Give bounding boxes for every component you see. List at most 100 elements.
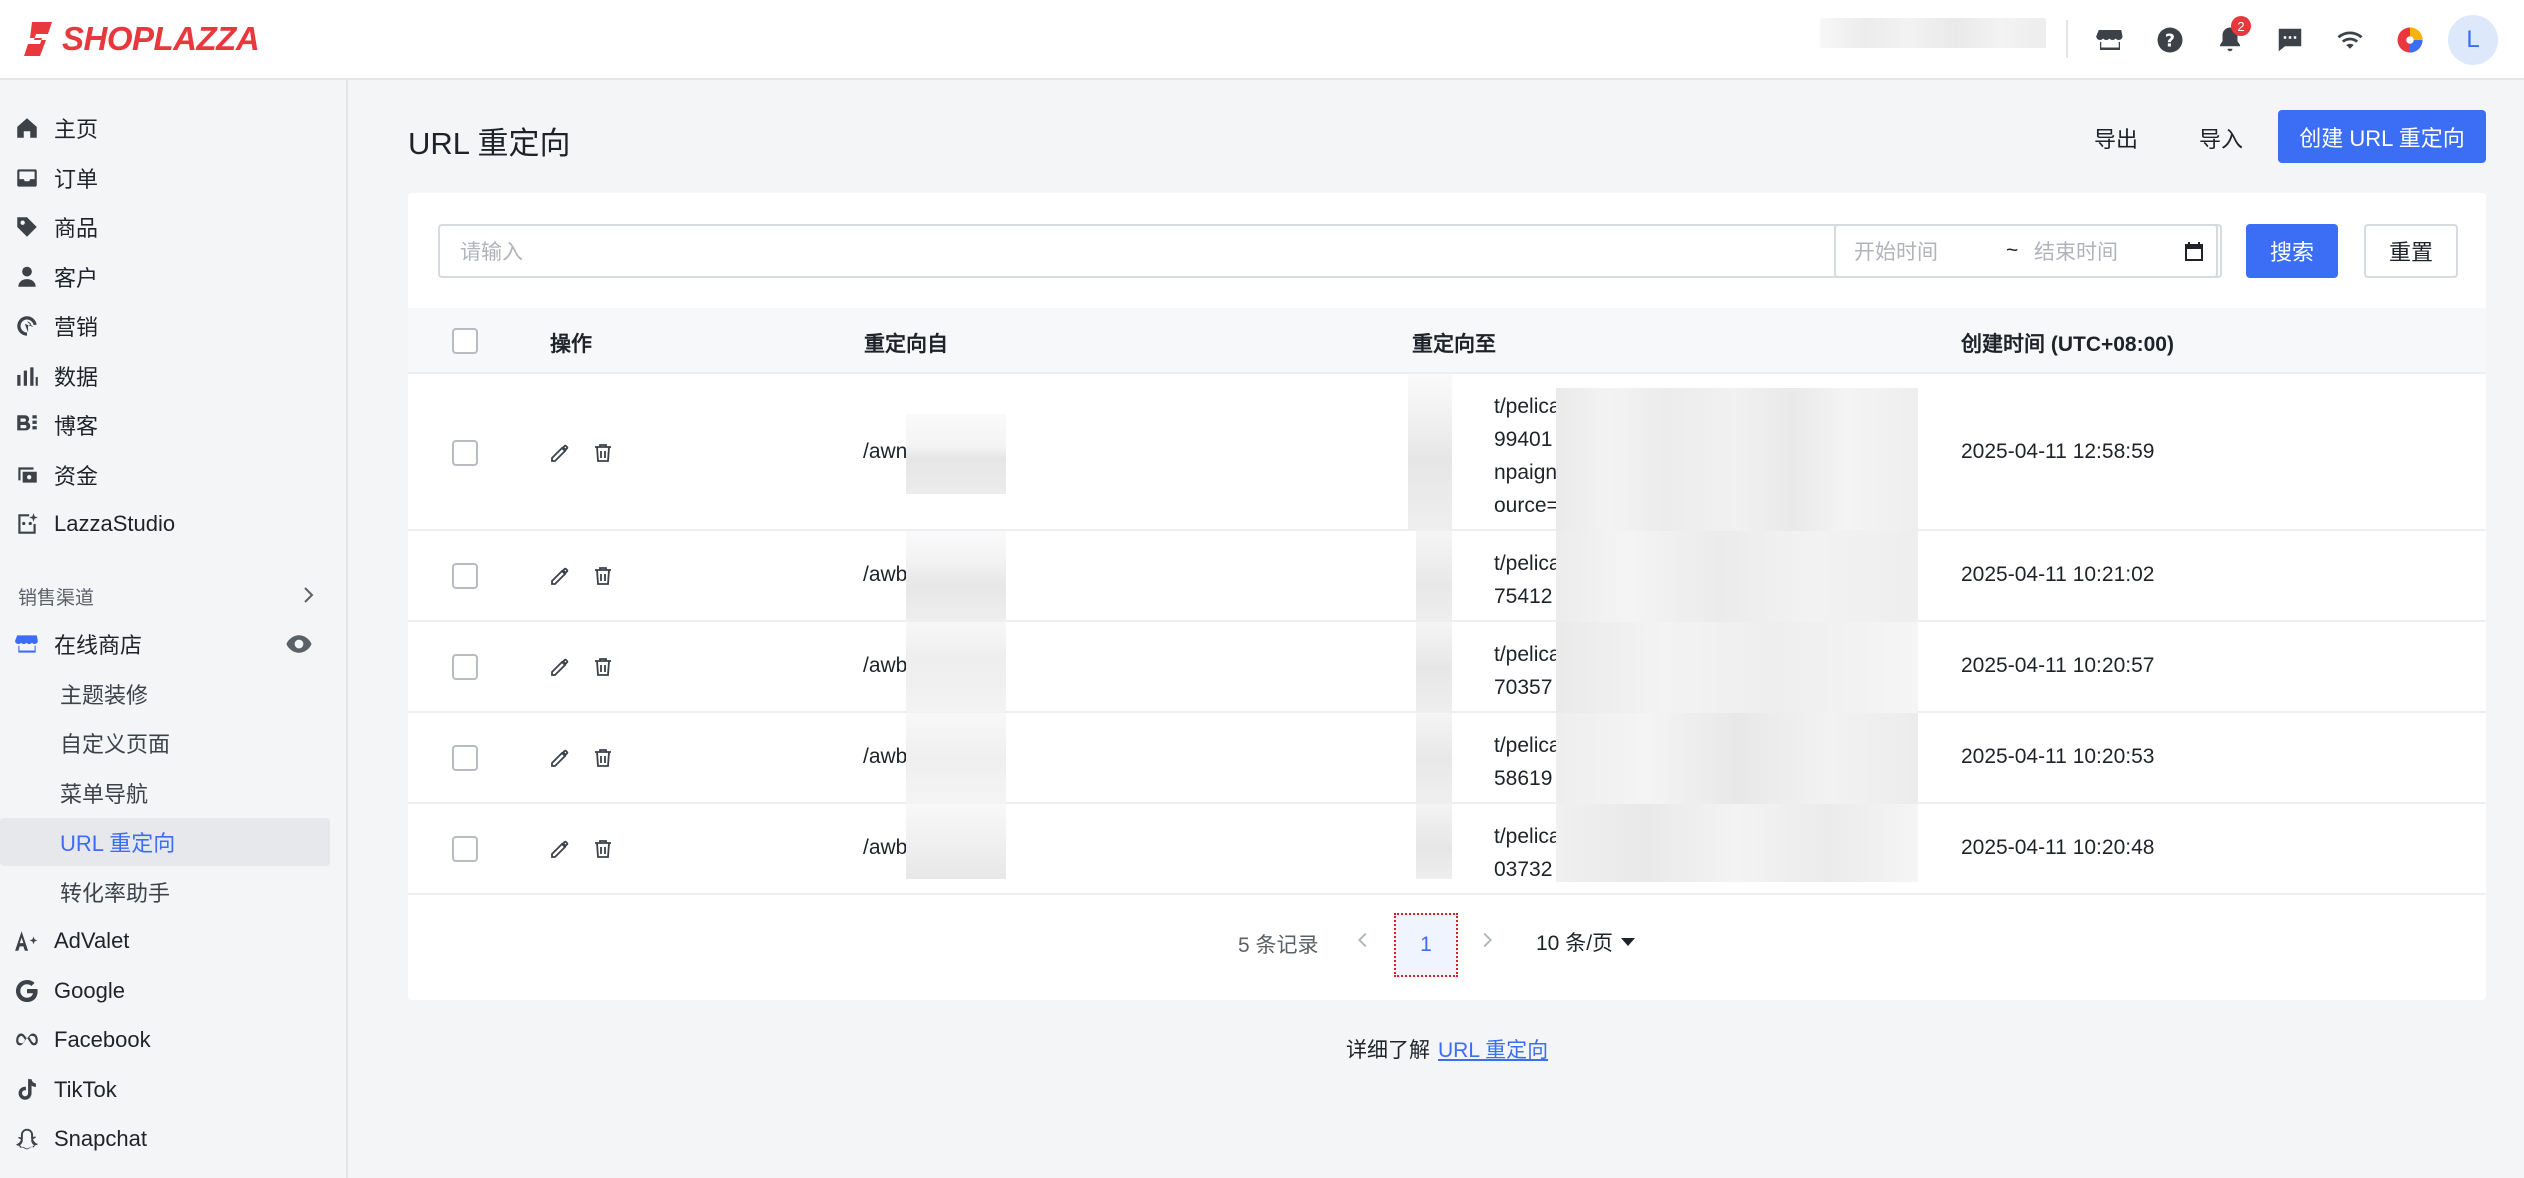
- redacted-block: [1416, 804, 1452, 879]
- sidebar-item-home[interactable]: 主页: [0, 104, 330, 152]
- sidebar-item-marketing[interactable]: 营销: [0, 302, 330, 350]
- sidebar-item-online-store[interactable]: 在线商店: [0, 620, 330, 668]
- redacted-block: [1416, 531, 1452, 622]
- bar-chart-icon: [14, 363, 40, 389]
- table-row[interactable]: /awn t/pelica 99401 npaign ource= 2025-0…: [408, 374, 2486, 531]
- delete-icon[interactable]: [591, 441, 615, 465]
- row-checkbox[interactable]: [452, 654, 478, 680]
- sidebar-item-snapchat[interactable]: Snapchat: [0, 1115, 330, 1163]
- avatar[interactable]: L: [2448, 15, 2498, 65]
- sidebar-item-label: 资金: [54, 464, 99, 489]
- redacted-block: [1556, 804, 1918, 882]
- delete-icon[interactable]: [591, 655, 615, 679]
- table-row[interactable]: /awb t/pelica 03732 2025-04-11 10:20:48: [408, 804, 2486, 895]
- table-row[interactable]: /awb t/pelica 70357 2025-04-11 10:20:57: [408, 622, 2486, 713]
- import-button[interactable]: 导入: [2186, 112, 2256, 164]
- created-time: 2025-04-11 10:20:48: [1961, 836, 2155, 859]
- shoplazza-logo[interactable]: SHOPLAZZA: [22, 20, 260, 58]
- sidebar-item-orders[interactable]: 订单: [0, 154, 330, 202]
- tiktok-icon: [14, 1077, 40, 1103]
- chevron-left-icon[interactable]: [1352, 929, 1374, 951]
- delete-icon[interactable]: [591, 564, 615, 588]
- edit-icon[interactable]: [548, 564, 572, 588]
- row-checkbox[interactable]: [452, 440, 478, 466]
- redirect-from-value: /awb: [863, 563, 908, 586]
- chevron-right-icon[interactable]: [296, 583, 320, 607]
- sidebar-sub-custom-pages[interactable]: 自定义页面: [0, 719, 330, 767]
- search-button[interactable]: 搜索: [2246, 224, 2338, 278]
- chevron-right-icon[interactable]: [1476, 929, 1498, 951]
- store-icon[interactable]: [2080, 10, 2140, 70]
- delete-icon[interactable]: [591, 746, 615, 770]
- column-header-actions: 操作: [550, 333, 592, 356]
- row-checkbox[interactable]: [452, 836, 478, 862]
- sidebar-sub-url-redirect[interactable]: URL 重定向: [0, 818, 330, 866]
- edit-icon[interactable]: [548, 655, 572, 679]
- column-header-created[interactable]: 创建时间 (UTC+08:00): [1961, 328, 2174, 358]
- sales-channels-title: 销售渠道: [18, 588, 95, 609]
- sidebar-item-label: TikTok: [54, 1077, 117, 1102]
- start-date-input[interactable]: 开始时间: [1854, 236, 2004, 266]
- sidebar-item-lazzastudio[interactable]: LazzaStudio: [0, 500, 330, 548]
- redirect-to-value: t/pelica 99401 npaign ource=: [1494, 395, 1561, 517]
- page-title: URL 重定向: [408, 126, 571, 161]
- sidebar-item-label: 博客: [54, 414, 99, 439]
- create-redirect-button[interactable]: 创建 URL 重定向: [2278, 110, 2486, 163]
- column-header-to: 重定向至: [1412, 333, 1496, 356]
- message-icon[interactable]: [2260, 10, 2320, 70]
- google-icon: [14, 978, 40, 1004]
- edit-icon[interactable]: [548, 746, 572, 770]
- row-checkbox[interactable]: [452, 745, 478, 771]
- redirect-from-value: /awn: [863, 440, 908, 463]
- date-range-picker[interactable]: 开始时间 ~ 结束时间: [1834, 224, 2222, 278]
- sidebar-item-facebook[interactable]: Facebook: [0, 1016, 330, 1064]
- top-bar: SHOPLAZZA ? 2 L: [0, 0, 2524, 80]
- color-wheel-icon[interactable]: [2380, 10, 2440, 70]
- help-icon[interactable]: ?: [2140, 10, 2200, 70]
- redirect-from-value: /awb: [863, 836, 908, 859]
- redacted-block: [1556, 388, 1918, 531]
- row-checkbox[interactable]: [452, 563, 478, 589]
- edit-icon[interactable]: [548, 837, 572, 861]
- tag-icon: [14, 214, 40, 240]
- edit-icon[interactable]: [548, 441, 572, 465]
- sidebar-item-analytics[interactable]: 数据: [0, 352, 330, 400]
- calendar-icon[interactable]: [2182, 240, 2206, 264]
- page-size-value: 10 条/页: [1536, 932, 1614, 955]
- caret-down-icon: [1621, 938, 1636, 946]
- brand-name: SHOPLAZZA: [62, 20, 260, 57]
- sidebar-item-finance[interactable]: 资金: [0, 451, 330, 499]
- export-button[interactable]: 导出: [2080, 112, 2152, 164]
- wallet-icon: [14, 462, 40, 488]
- blog-icon: [14, 412, 40, 438]
- store-name-redacted: [1820, 18, 2046, 48]
- table-row[interactable]: /awb t/pelica 75412 2025-04-11 10:21:02: [408, 531, 2486, 622]
- reset-button[interactable]: 重置: [2364, 224, 2458, 278]
- redacted-block: [906, 414, 1006, 494]
- studio-icon: [14, 511, 40, 537]
- help-link[interactable]: URL 重定向: [1438, 1039, 1548, 1062]
- redirect-list-card: 请输入 开始时间 ~ 结束时间 搜索 重置 操作 重定向自 重定向至 创建时间 …: [408, 193, 2486, 1000]
- redacted-block: [906, 713, 1006, 804]
- page-size-select[interactable]: 10 条/页: [1536, 927, 1636, 957]
- pagination-page-1[interactable]: 1: [1394, 913, 1458, 977]
- end-date-input[interactable]: 结束时间: [2034, 236, 2184, 266]
- sidebar-item-blog[interactable]: 博客: [0, 401, 330, 449]
- eye-icon[interactable]: [284, 629, 314, 659]
- sidebar-item-products[interactable]: 商品: [0, 203, 330, 251]
- sidebar-sub-conversion[interactable]: 转化率助手: [0, 868, 330, 916]
- sidebar-item-customers[interactable]: 客户: [0, 253, 330, 301]
- sidebar-sub-theme[interactable]: 主题装修: [0, 670, 330, 718]
- delete-icon[interactable]: [591, 837, 615, 861]
- wifi-icon[interactable]: [2320, 10, 2380, 70]
- sidebar-item-tiktok[interactable]: TikTok: [0, 1066, 330, 1114]
- sidebar-sub-menu-nav[interactable]: 菜单导航: [0, 769, 330, 817]
- select-all-checkbox[interactable]: [452, 328, 478, 354]
- table-row[interactable]: /awb t/pelica 58619 2025-04-11 10:20:53: [408, 713, 2486, 804]
- sidebar-item-label: LazzaStudio: [54, 511, 176, 536]
- bell-icon[interactable]: 2: [2200, 10, 2260, 70]
- sidebar-item-google[interactable]: Google: [0, 967, 330, 1015]
- person-icon: [14, 264, 40, 290]
- redirect-to-value: t/pelica 70357: [1494, 643, 1561, 699]
- sidebar-item-advalet[interactable]: AdValet: [0, 917, 330, 965]
